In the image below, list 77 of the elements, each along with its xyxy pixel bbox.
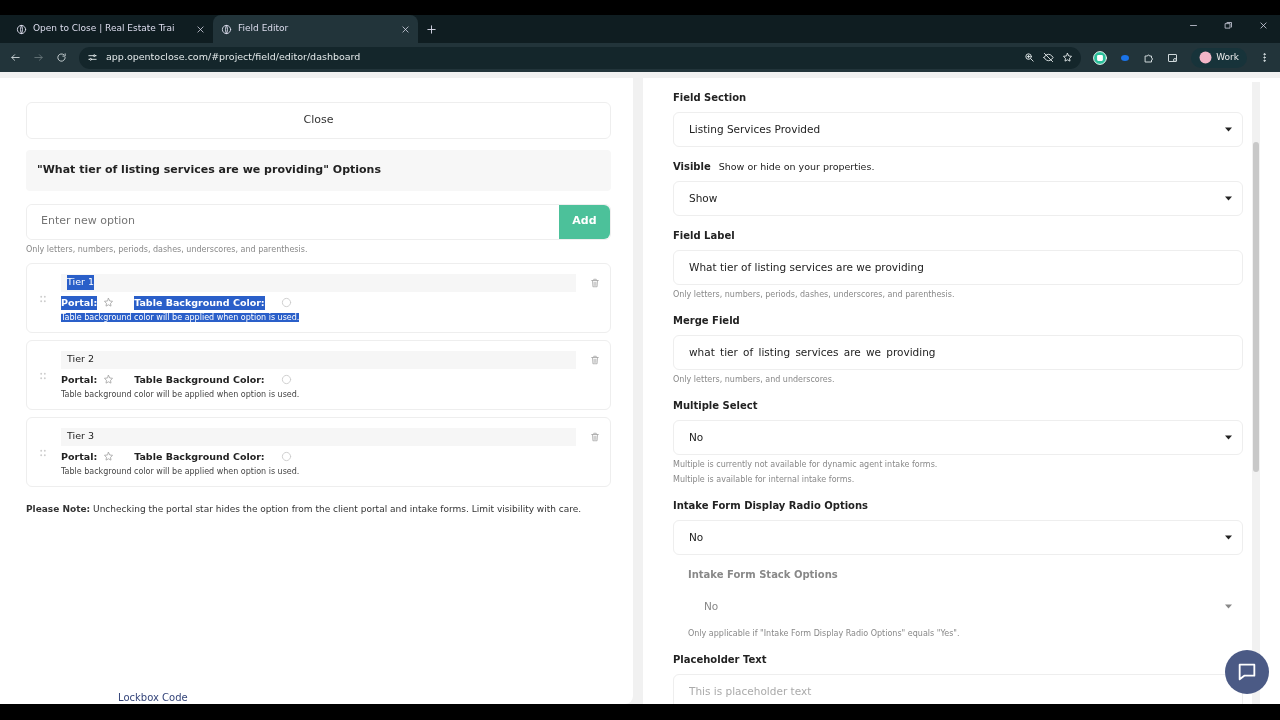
drag-handle-icon[interactable] <box>39 370 47 381</box>
url-text[interactable]: app.opentoclose.com/#project/field/editor/dashboard <box>106 50 361 65</box>
caret-icon <box>1225 435 1232 441</box>
color-picker-icon[interactable] <box>280 374 292 386</box>
option-name-field[interactable]: Tier 2 <box>61 350 576 369</box>
hint-text: Multiple is currently not available for dynamic agent intake forms. <box>673 459 939 472</box>
star-icon[interactable] <box>103 297 115 309</box>
zoom-icon[interactable] <box>1024 52 1036 63</box>
forward-icon[interactable] <box>33 52 44 63</box>
restore-icon[interactable] <box>1224 20 1233 30</box>
color-label: Table Background Color: <box>134 372 265 387</box>
portal-label: Portal: <box>61 372 98 387</box>
input-field[interactable]: What tier of listing services are we providing <box>673 250 1243 286</box>
close-icon[interactable] <box>1259 20 1268 30</box>
caret-icon <box>1225 604 1232 610</box>
color-label: Table Background Color: <box>134 449 265 464</box>
option-note: Table background color will be applied when option is used. <box>61 389 300 399</box>
field-label: Merge Field <box>673 314 741 329</box>
star-icon[interactable] <box>1062 52 1074 63</box>
select-field[interactable]: No <box>673 420 1243 456</box>
caret-icon <box>1225 127 1232 132</box>
field-label: Intake Form Stack Options <box>688 568 839 583</box>
back-icon[interactable] <box>10 52 21 63</box>
close-button[interactable]: Close <box>26 102 611 139</box>
chat-icon <box>1236 661 1258 683</box>
color-label: Table Background Color: <box>134 295 265 310</box>
browser-tab[interactable]: Open to Close | Real Estate Trai <box>8 15 213 43</box>
field-label: Field Label <box>673 229 736 244</box>
drag-handle-icon[interactable] <box>39 447 47 458</box>
caret-icon <box>1225 535 1232 541</box>
tab-search-icon[interactable] <box>1167 51 1180 64</box>
hint-text: Only letters, numbers, periods, dashes, underscores, and parenthesis. <box>673 289 956 302</box>
tab-title: Field Editor <box>238 22 290 36</box>
field-label: Placeholder Text <box>673 653 768 668</box>
hint-text: Multiple is available for internal intake forms. <box>673 474 856 487</box>
portal-label: Portal: <box>61 449 98 464</box>
puzzle-icon[interactable] <box>1143 51 1156 64</box>
field-description: Show or hide on your properties. <box>718 161 875 172</box>
select-field[interactable]: No <box>673 520 1243 556</box>
close-icon[interactable] <box>196 24 205 34</box>
new-tab-icon[interactable] <box>426 24 437 35</box>
option-name-field[interactable]: Tier 3 <box>61 427 576 446</box>
options-heading: "What tier of listing services are we providing" Options <box>26 150 611 191</box>
input-field[interactable]: This is placeholder text <box>673 674 1243 704</box>
field-label: Field Section <box>673 91 748 105</box>
extension-icon[interactable] <box>1093 50 1108 65</box>
hint-text: Only letters, numbers, periods, dashes, underscores, and parenthesis. <box>26 243 309 256</box>
hint-text: Only letters, numbers, and underscores. <box>673 374 836 387</box>
field-label: Intake Form Display Radio Options <box>673 499 870 514</box>
option-name-field[interactable]: Tier 1 <box>61 273 576 292</box>
close-icon[interactable] <box>401 24 410 34</box>
option-note: Table background color will be applied when option is used. <box>61 312 300 322</box>
globe-icon <box>221 23 232 35</box>
globe-icon <box>16 23 27 35</box>
portal-label: Portal: <box>61 295 98 310</box>
tune-icon[interactable] <box>87 52 98 63</box>
star-icon[interactable] <box>103 374 115 386</box>
list-item-label: Lockbox Code <box>118 692 188 704</box>
eye-off-icon[interactable] <box>1043 52 1055 63</box>
star-icon[interactable] <box>103 451 115 463</box>
avatar-icon <box>1199 51 1213 64</box>
hint-text: Only applicable if "Intake Form Display Radio Options" equals "Yes". <box>688 628 961 641</box>
field-label: Multiple Select <box>673 399 759 414</box>
color-picker-icon[interactable] <box>280 451 292 463</box>
note-text: Please Note: Unchecking the portal star hides the option from the client portal and intake forms. Limit visibility with care. <box>26 502 583 516</box>
select-field[interactable]: Listing Services Provided <box>673 112 1243 147</box>
scrollbar[interactable] <box>1252 82 1260 704</box>
drag-handle-icon[interactable] <box>39 293 47 304</box>
tab-title: Open to Close | Real Estate Trai <box>33 22 176 36</box>
field-label: Visible <box>673 161 711 172</box>
profile-button[interactable]: Work <box>1191 47 1247 68</box>
option-note: Table background color will be applied when option is used. <box>61 466 300 476</box>
reload-icon[interactable] <box>56 52 67 63</box>
caret-icon <box>1225 196 1232 202</box>
color-picker-icon[interactable] <box>280 297 292 309</box>
browser-tab[interactable]: Field Editor <box>213 15 418 43</box>
select-field[interactable]: Show <box>673 181 1243 217</box>
